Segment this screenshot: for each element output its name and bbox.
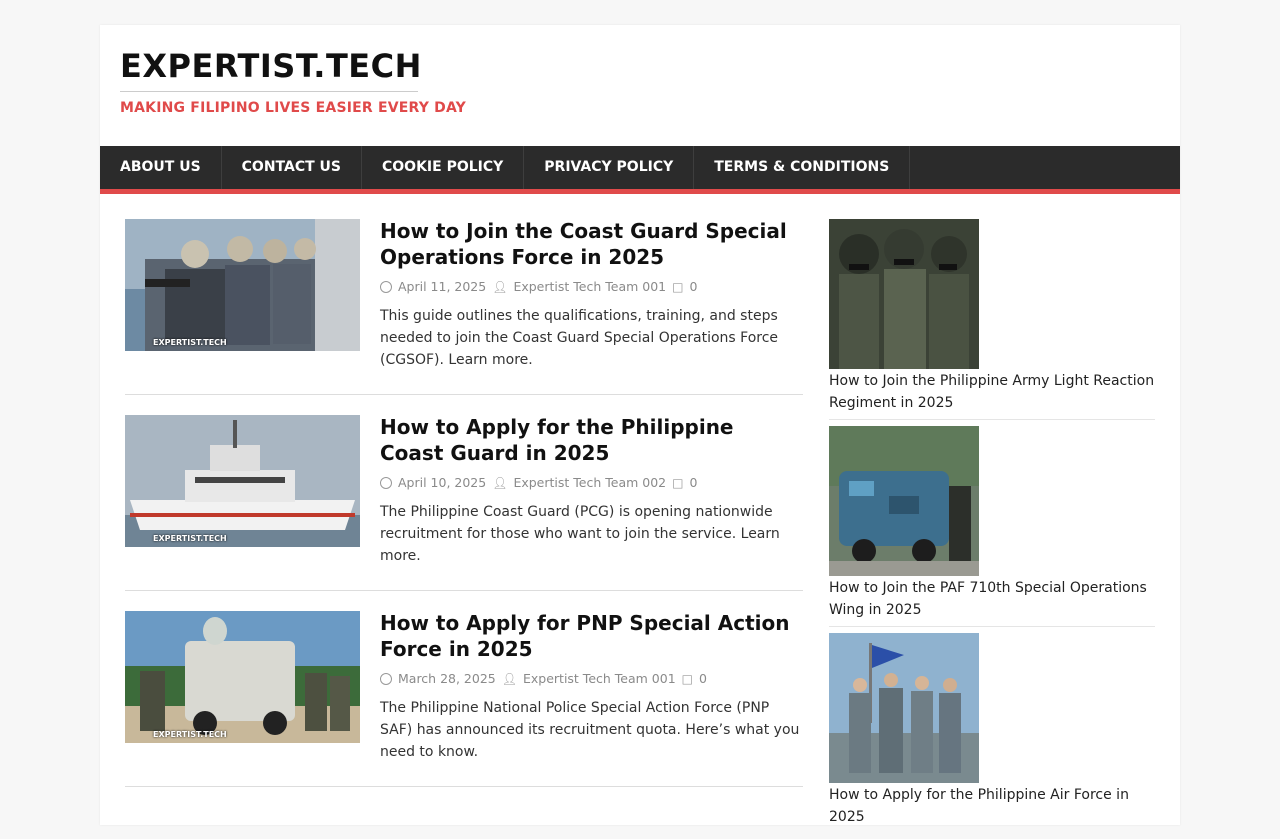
sidebar: How to Join the Philippine Army Light Re… xyxy=(829,219,1155,839)
post-meta: March 28, 2025 👤︎ Expertist Tech Team 00… xyxy=(380,671,803,686)
post-meta: April 10, 2025 👤︎ Expertist Tech Team 00… xyxy=(380,475,803,490)
sidebar-thumbnail[interactable] xyxy=(829,633,979,783)
paf-vehicle-image xyxy=(829,426,979,576)
site-title-link[interactable]: EXPERTIST.TECH xyxy=(120,45,421,92)
army-soldiers-image xyxy=(829,219,979,369)
post-item: EXPERTIST.TECH How to Join the Coast Gua… xyxy=(125,219,803,395)
watermark-label: EXPERTIST.TECH xyxy=(153,338,227,347)
main-navigation: ABOUT US CONTACT US COOKIE POLICY PRIVAC… xyxy=(100,146,1180,194)
post-author[interactable]: Expertist Tech Team 002 xyxy=(513,475,666,490)
post-excerpt: The Philippine National Police Special A… xyxy=(380,700,800,760)
user-icon: 👤︎ xyxy=(492,279,508,294)
nav-item-terms[interactable]: TERMS & CONDITIONS xyxy=(694,146,911,189)
sidebar-thumbnail[interactable] xyxy=(829,426,979,576)
nav-item-cookie-policy[interactable]: COOKIE POLICY xyxy=(362,146,525,189)
soldiers-boat-image xyxy=(125,219,360,351)
air-force-parade-image xyxy=(829,633,979,783)
post-author[interactable]: Expertist Tech Team 001 xyxy=(523,671,676,686)
site-tagline: MAKING FILIPINO LIVES EASIER EVERY DAY xyxy=(120,100,467,116)
post-comment-count[interactable]: 0 xyxy=(689,475,697,490)
post-author[interactable]: Expertist Tech Team 001 xyxy=(513,279,666,294)
post-body: How to Apply for PNP Special Action Forc… xyxy=(380,611,803,763)
nav-item-about[interactable]: ABOUT US xyxy=(100,146,222,189)
site-header: EXPERTIST.TECH MAKING FILIPINO LIVES EAS… xyxy=(120,45,466,116)
post-meta: April 11, 2025 👤︎ Expertist Tech Team 00… xyxy=(380,279,803,294)
post-list: EXPERTIST.TECH How to Join the Coast Gua… xyxy=(125,219,803,787)
coast-guard-ship-image xyxy=(125,415,360,547)
sidebar-post: How to Join the Philippine Army Light Re… xyxy=(829,219,1155,420)
post-comment-count[interactable]: 0 xyxy=(689,279,697,294)
post-title-link[interactable]: How to Apply for PNP Special Action Forc… xyxy=(380,610,803,662)
post-date[interactable]: March 28, 2025 xyxy=(398,671,496,686)
post-title-link[interactable]: How to Apply for the Philippine Coast Gu… xyxy=(380,414,803,466)
clock-icon xyxy=(380,281,392,293)
post-date[interactable]: April 10, 2025 xyxy=(398,475,486,490)
post-date[interactable]: April 11, 2025 xyxy=(398,279,486,294)
page-container: EXPERTIST.TECH MAKING FILIPINO LIVES EAS… xyxy=(100,25,1180,825)
post-excerpt: The Philippine Coast Guard (PCG) is open… xyxy=(380,504,780,564)
nav-item-contact[interactable]: CONTACT US xyxy=(222,146,362,189)
comment-icon: □ xyxy=(681,671,693,686)
sidebar-thumbnail[interactable] xyxy=(829,219,979,369)
comment-icon: □ xyxy=(672,475,684,490)
sidebar-post-title[interactable]: How to Join the Philippine Army Light Re… xyxy=(829,370,1155,414)
post-title-link[interactable]: How to Join the Coast Guard Special Oper… xyxy=(380,218,803,270)
post-body: How to Join the Coast Guard Special Oper… xyxy=(380,219,803,371)
post-thumbnail[interactable]: EXPERTIST.TECH xyxy=(125,219,360,351)
clock-icon xyxy=(380,673,392,685)
post-body: How to Apply for the Philippine Coast Gu… xyxy=(380,415,803,567)
user-icon: 👤︎ xyxy=(501,671,517,686)
post-comment-count[interactable]: 0 xyxy=(699,671,707,686)
post-thumbnail[interactable]: EXPERTIST.TECH xyxy=(125,611,360,743)
post-item: EXPERTIST.TECH How to Apply for the Phil… xyxy=(125,415,803,591)
watermark-label: EXPERTIST.TECH xyxy=(153,534,227,543)
sidebar-post: How to Apply for the Philippine Air Forc… xyxy=(829,633,1155,833)
nav-item-privacy-policy[interactable]: PRIVACY POLICY xyxy=(524,146,695,189)
post-item: EXPERTIST.TECH How to Apply for PNP Spec… xyxy=(125,611,803,787)
saf-vehicle-image xyxy=(125,611,360,743)
sidebar-post: How to Join the PAF 710th Special Operat… xyxy=(829,426,1155,627)
sidebar-post-title[interactable]: How to Apply for the Philippine Air Forc… xyxy=(829,784,1155,828)
user-icon: 👤︎ xyxy=(492,475,508,490)
post-thumbnail[interactable]: EXPERTIST.TECH xyxy=(125,415,360,547)
post-excerpt: This guide outlines the qualifications, … xyxy=(380,308,779,368)
clock-icon xyxy=(380,477,392,489)
sidebar-post-title[interactable]: How to Join the PAF 710th Special Operat… xyxy=(829,577,1155,621)
comment-icon: □ xyxy=(672,279,684,294)
watermark-label: EXPERTIST.TECH xyxy=(153,730,227,739)
